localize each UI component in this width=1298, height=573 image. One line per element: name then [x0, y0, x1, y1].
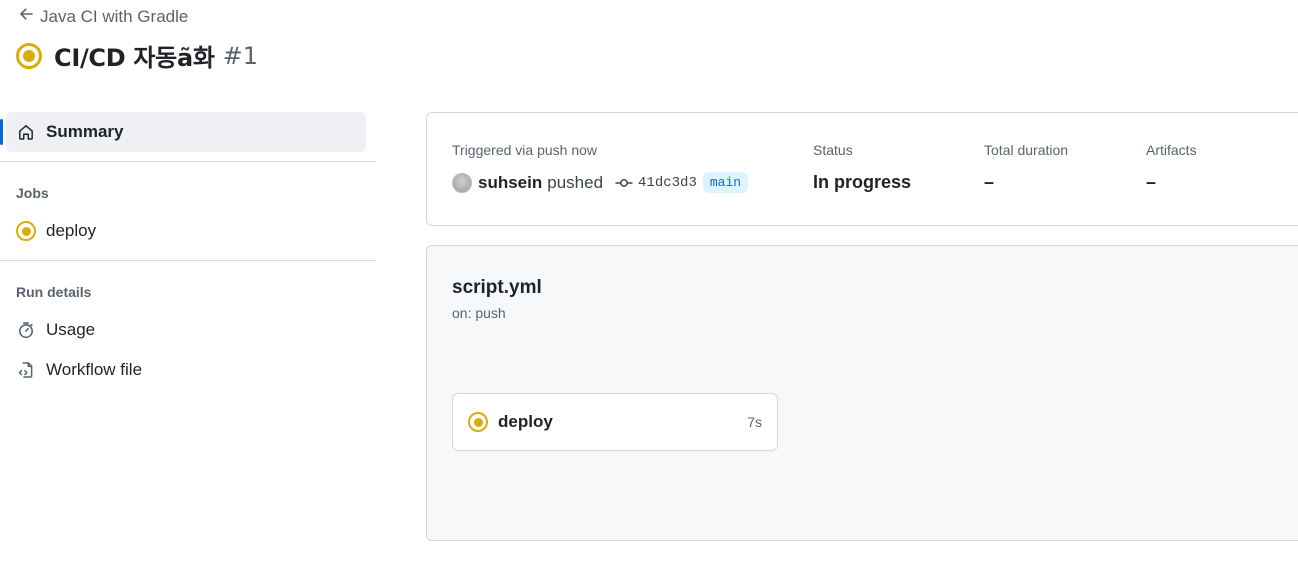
status-value: In progress: [813, 172, 912, 192]
in-progress-status-icon: [16, 221, 36, 241]
sidebar-item-label: Usage: [46, 320, 96, 339]
sidebar-item-label: deploy: [46, 221, 97, 240]
back-link[interactable]: Java CI with Gradle: [18, 6, 188, 27]
branch-label[interactable]: main: [702, 172, 749, 193]
trigger-label: Triggered via push now: [452, 142, 598, 158]
action-text: pushed: [547, 172, 604, 192]
job-name: deploy: [498, 412, 553, 431]
artifacts-label: Artifacts: [1146, 142, 1197, 158]
sidebar-item-workflow-file[interactable]: Workflow file: [0, 350, 376, 390]
stopwatch-icon: [16, 320, 36, 340]
duration-label: Total duration: [984, 142, 1069, 158]
sidebar-item-label: Summary: [46, 122, 124, 141]
page-title-row: CI/CD 자동ã화 #1: [16, 38, 258, 73]
workflow-file-name: script.yml: [452, 277, 542, 298]
in-progress-status-icon: [468, 412, 488, 432]
job-duration: 7s: [747, 414, 762, 430]
duration-value: –: [984, 172, 995, 192]
back-link-label: Java CI with Gradle: [40, 6, 189, 26]
sidebar-item-usage[interactable]: Usage: [0, 310, 376, 350]
sidebar: Summary Jobs deploy Run details Usage Wo…: [0, 112, 376, 390]
divider: [0, 161, 376, 162]
in-progress-status-icon: [16, 42, 42, 69]
commit-sha-link[interactable]: 41dc3d3: [638, 175, 697, 191]
home-icon: [16, 122, 36, 142]
sidebar-item-summary[interactable]: Summary: [0, 112, 366, 152]
page-title: CI/CD 자동ã화: [54, 44, 215, 72]
actor-link[interactable]: suhsein: [478, 173, 542, 193]
avatar[interactable]: [452, 172, 472, 193]
sidebar-item-label: Workflow file: [46, 360, 143, 379]
workflow-graph: script.yml on: push deploy 7s: [426, 245, 1298, 541]
git-commit-icon: [615, 177, 633, 189]
run-summary-card: Triggered via push now suhsein pushed 41…: [426, 112, 1298, 226]
file-code-icon: [16, 360, 36, 380]
jobs-section-title: Jobs: [16, 185, 49, 201]
sidebar-item-deploy[interactable]: deploy: [0, 211, 376, 251]
status-label: Status: [813, 142, 853, 158]
job-node-deploy[interactable]: deploy 7s: [452, 393, 778, 451]
run-details-section-title: Run details: [16, 284, 92, 300]
arrow-left-icon: [18, 6, 34, 27]
run-number: #1: [222, 41, 259, 70]
workflow-trigger: on: push: [452, 305, 506, 321]
trigger-row: suhsein pushed 41dc3d3 main: [452, 172, 749, 193]
artifacts-value: –: [1146, 172, 1157, 192]
divider: [0, 260, 376, 261]
